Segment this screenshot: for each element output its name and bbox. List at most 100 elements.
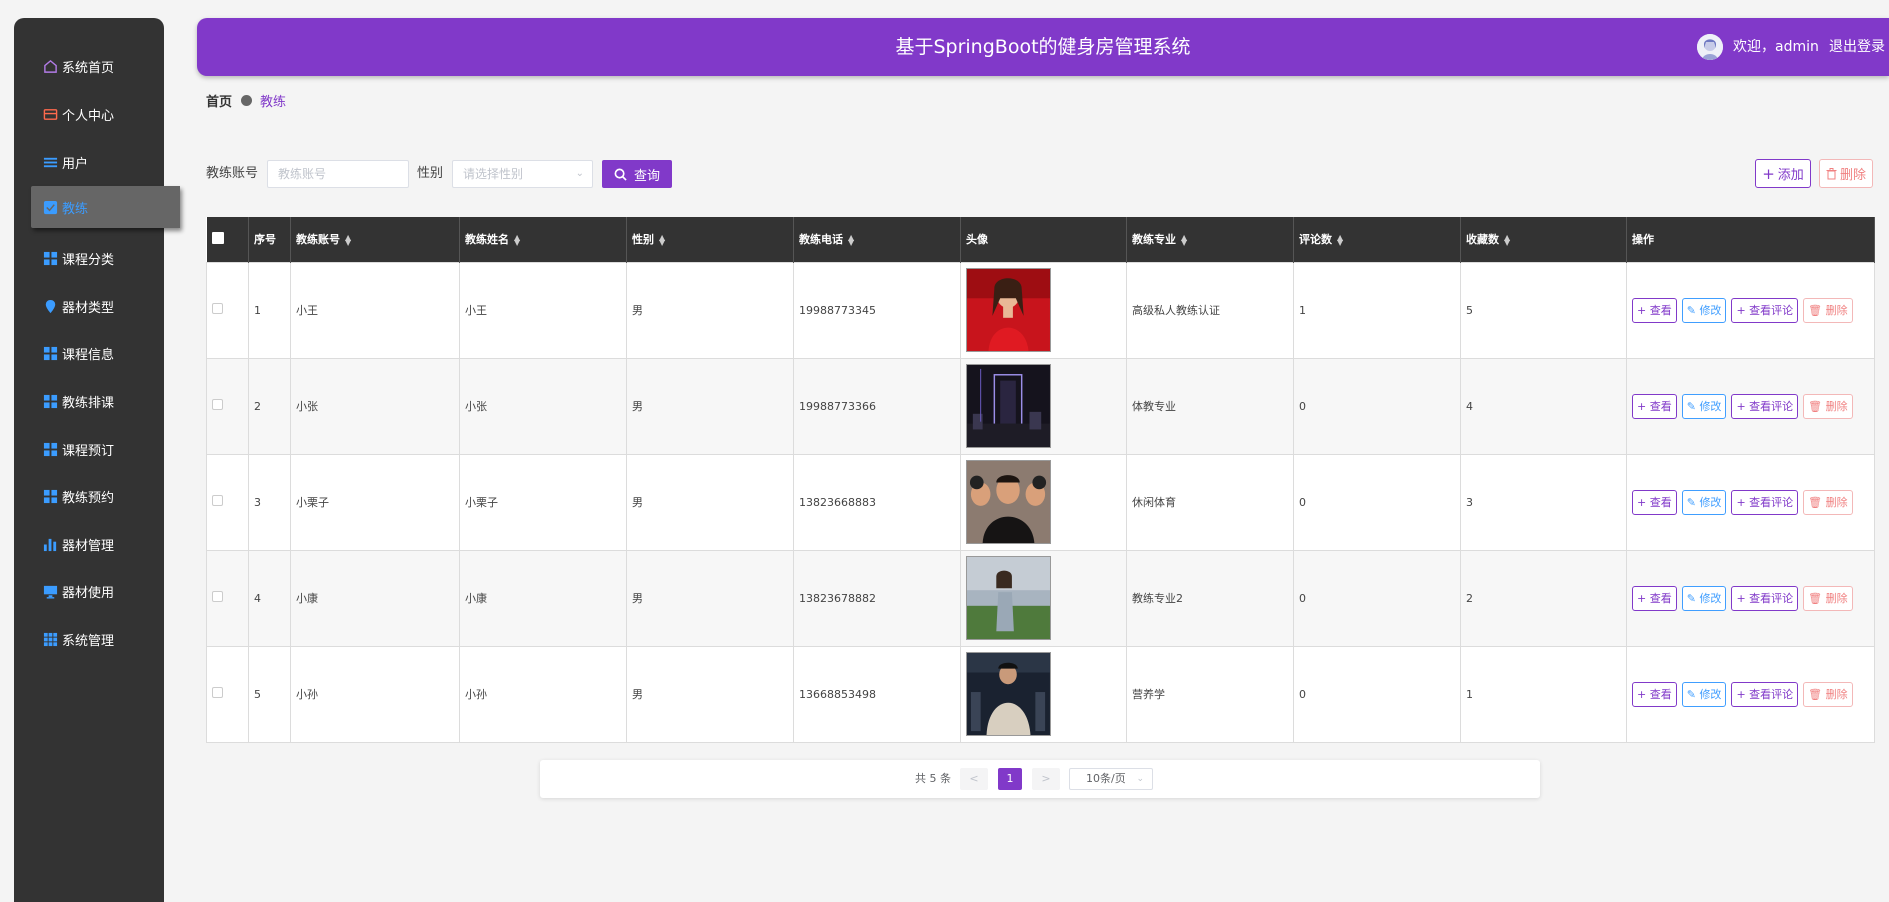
sidebar-item-label: 个人中心	[62, 108, 115, 124]
column-header[interactable]: 教练电话 ▲ ▼	[793, 217, 961, 262]
view-button-label: 查看	[1649, 688, 1672, 701]
add-button[interactable]: + 添加	[1755, 159, 1811, 188]
view-button[interactable]: + 查看	[1632, 393, 1677, 419]
column-header[interactable]: 收藏数 ▲ ▼	[1460, 217, 1627, 262]
gender-select-placeholder: 请选择性别	[463, 167, 524, 181]
row-checkbox[interactable]	[212, 303, 223, 314]
table-row: 1 小王 小王 男 19988773345 高级私人教练认证 1 5 + 查看 …	[206, 261, 1875, 359]
delete-button[interactable]: 🗑 删除	[1803, 297, 1853, 323]
column-header-label: 教练专业	[1132, 233, 1176, 247]
column-header[interactable]: 教练账号 ▲ ▼	[290, 217, 460, 262]
column-header-label: 操作	[1632, 233, 1654, 247]
sort-icon[interactable]: ▲ ▼	[848, 234, 854, 247]
gender-select[interactable]: 请选择性别 ⌄	[452, 160, 593, 188]
delete-button-label: 删除	[1825, 400, 1848, 413]
sort-icon[interactable]: ▲ ▼	[1504, 234, 1510, 247]
batch-delete-button[interactable]: 删除	[1819, 159, 1873, 188]
sidebar-item-course-booking[interactable]: 课程预订	[14, 427, 164, 471]
select-all-checkbox[interactable]	[211, 231, 224, 244]
name-cell: 小张	[459, 357, 627, 455]
sidebar-item-equipment-type[interactable]: 器材类型	[14, 284, 164, 328]
prev-page-button[interactable]: <	[960, 768, 988, 790]
breadcrumb-home[interactable]: 首页	[206, 91, 232, 110]
column-header[interactable]: 性别 ▲ ▼	[626, 217, 794, 262]
column-header-label: 教练账号	[296, 233, 340, 247]
gender-label: 性别	[417, 166, 444, 181]
index-cell: 2	[248, 357, 291, 455]
view-button-label: 查看	[1649, 400, 1672, 413]
next-page-button[interactable]: >	[1032, 768, 1060, 790]
edit-button[interactable]: ✎ 修改	[1681, 585, 1727, 611]
coach-photo[interactable]	[966, 460, 1051, 544]
view-comments-button[interactable]: + 查看评论	[1731, 489, 1799, 515]
actions-cell: + 查看 ✎ 修改 + 查看评论 🗑 删除	[1626, 549, 1875, 647]
row-select-cell	[206, 549, 249, 647]
sort-icon[interactable]: ▲ ▼	[1181, 234, 1187, 247]
breadcrumb-separator	[241, 95, 253, 106]
sidebar-item-label: 教练排课	[62, 395, 115, 411]
sidebar-item-coach[interactable]: 教练	[31, 186, 180, 228]
list-icon	[42, 154, 58, 170]
page-size-select[interactable]: 10条/页 ⌄	[1069, 768, 1153, 790]
favorites-cell: 5	[1460, 261, 1627, 359]
coach-photo[interactable]	[966, 364, 1051, 448]
view-button[interactable]: + 查看	[1632, 489, 1677, 515]
view-comments-button[interactable]: + 查看评论	[1731, 681, 1799, 707]
avatar-cell	[960, 645, 1127, 743]
edit-button[interactable]: ✎ 修改	[1681, 393, 1727, 419]
logout-link[interactable]: 退出登录	[1829, 18, 1885, 76]
query-button-label: 查询	[633, 168, 660, 184]
delete-button[interactable]: 🗑 删除	[1803, 585, 1853, 611]
query-button[interactable]: 查询	[602, 160, 672, 188]
sidebar-item-coach-schedule[interactable]: 教练排课	[14, 379, 164, 423]
sidebar-item-course-category[interactable]: 课程分类	[14, 236, 164, 280]
row-checkbox[interactable]	[212, 495, 223, 506]
column-header: 序号	[248, 217, 291, 262]
page-number-current[interactable]: 1	[998, 768, 1022, 790]
sidebar-item-equipment-management[interactable]: 器材管理	[14, 522, 164, 566]
avatar[interactable]	[1697, 34, 1723, 60]
column-header[interactable]: 教练专业 ▲ ▼	[1126, 217, 1294, 262]
column-header[interactable]: 教练姓名 ▲ ▼	[459, 217, 627, 262]
coach-photo[interactable]	[966, 268, 1051, 352]
sidebar-item-users[interactable]: 用户	[14, 140, 164, 184]
sidebar-item-equipment-usage[interactable]: 器材使用	[14, 569, 164, 613]
apps-icon	[42, 631, 58, 647]
view-button[interactable]: + 查看	[1632, 297, 1677, 323]
sidebar-item-system-management[interactable]: 系统管理	[14, 617, 164, 661]
coach-photo[interactable]	[966, 556, 1051, 640]
view-comments-button[interactable]: + 查看评论	[1731, 297, 1799, 323]
view-button[interactable]: + 查看	[1632, 585, 1677, 611]
sort-icon[interactable]: ▲ ▼	[659, 234, 665, 247]
row-checkbox[interactable]	[212, 687, 223, 698]
edit-button[interactable]: ✎ 修改	[1681, 297, 1727, 323]
sort-icon[interactable]: ▲ ▼	[345, 234, 351, 247]
sort-icon[interactable]: ▲ ▼	[514, 234, 520, 247]
column-header[interactable]: 评论数 ▲ ▼	[1293, 217, 1461, 262]
plus-icon: +	[1637, 495, 1650, 509]
sidebar-item-course-info[interactable]: 课程信息	[14, 331, 164, 375]
chevron-down-icon: ⌄	[575, 168, 584, 179]
edit-button[interactable]: ✎ 修改	[1681, 681, 1727, 707]
account-search-input[interactable]	[267, 160, 409, 188]
grid-icon	[42, 393, 58, 409]
sort-icon[interactable]: ▲ ▼	[1337, 234, 1343, 247]
edit-button[interactable]: ✎ 修改	[1681, 489, 1727, 515]
row-select-cell	[206, 453, 249, 551]
delete-button[interactable]: 🗑 删除	[1803, 681, 1853, 707]
breadcrumb-current: 教练	[260, 95, 287, 110]
view-comments-button[interactable]: + 查看评论	[1731, 585, 1799, 611]
coach-photo[interactable]	[966, 652, 1051, 736]
sidebar: 系统首页 个人中心 用户 教练 课程分类 器材类型 课程信息 教练排课 课程预订…	[14, 18, 180, 902]
plus-icon: +	[1637, 591, 1650, 605]
sidebar-item-home[interactable]: 系统首页	[14, 44, 164, 88]
sidebar-item-coach-appointment[interactable]: 教练预约	[14, 474, 164, 518]
index-cell: 3	[248, 453, 291, 551]
delete-button[interactable]: 🗑 删除	[1803, 393, 1853, 419]
row-checkbox[interactable]	[212, 399, 223, 410]
delete-button[interactable]: 🗑 删除	[1803, 489, 1853, 515]
view-button[interactable]: + 查看	[1632, 681, 1677, 707]
sidebar-item-profile[interactable]: 个人中心	[14, 92, 164, 136]
view-comments-button[interactable]: + 查看评论	[1731, 393, 1799, 419]
row-checkbox[interactable]	[212, 591, 223, 602]
